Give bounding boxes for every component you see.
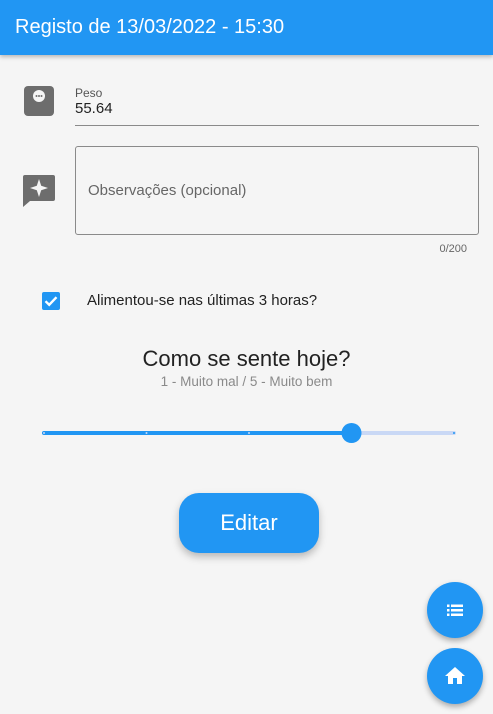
humor-question: Como se sente hoje? (142, 346, 351, 371)
app-bar: Registo de 13/03/2022 - 15:30 (0, 0, 493, 55)
observacoes-counter: 0/200 (439, 243, 467, 255)
humor-slider[interactable] (40, 420, 458, 446)
list-button[interactable] (427, 582, 483, 638)
home-button[interactable] (427, 648, 483, 704)
humor-hint: 1 - Muito mal / 5 - Muito bem (160, 374, 333, 389)
peso-input[interactable]: 55.64 (75, 100, 113, 117)
slider-tick (248, 432, 250, 434)
slider-tick (43, 432, 45, 434)
peso-underline (75, 125, 479, 126)
slider-tick (145, 432, 148, 434)
slider-tick (453, 432, 455, 434)
slider-track-active (42, 431, 352, 435)
scale-icon (24, 86, 54, 116)
edit-button[interactable]: Editar (179, 493, 319, 553)
observacoes-placeholder: Observações (opcional) (88, 182, 247, 199)
peso-label: Peso (75, 86, 103, 100)
alimentou-label: Alimentou-se nas últimas 3 horas? (87, 292, 318, 309)
page-title: Registo de 13/03/2022 - 15:30 (15, 16, 285, 38)
alimentou-checkbox[interactable] (42, 292, 60, 310)
observacoes-input[interactable]: Observações (opcional) (75, 146, 479, 235)
slider-thumb[interactable] (341, 423, 362, 443)
check-icon (44, 296, 58, 307)
home-icon (445, 667, 465, 684)
list-icon (447, 604, 463, 616)
feedback-icon (22, 174, 56, 208)
